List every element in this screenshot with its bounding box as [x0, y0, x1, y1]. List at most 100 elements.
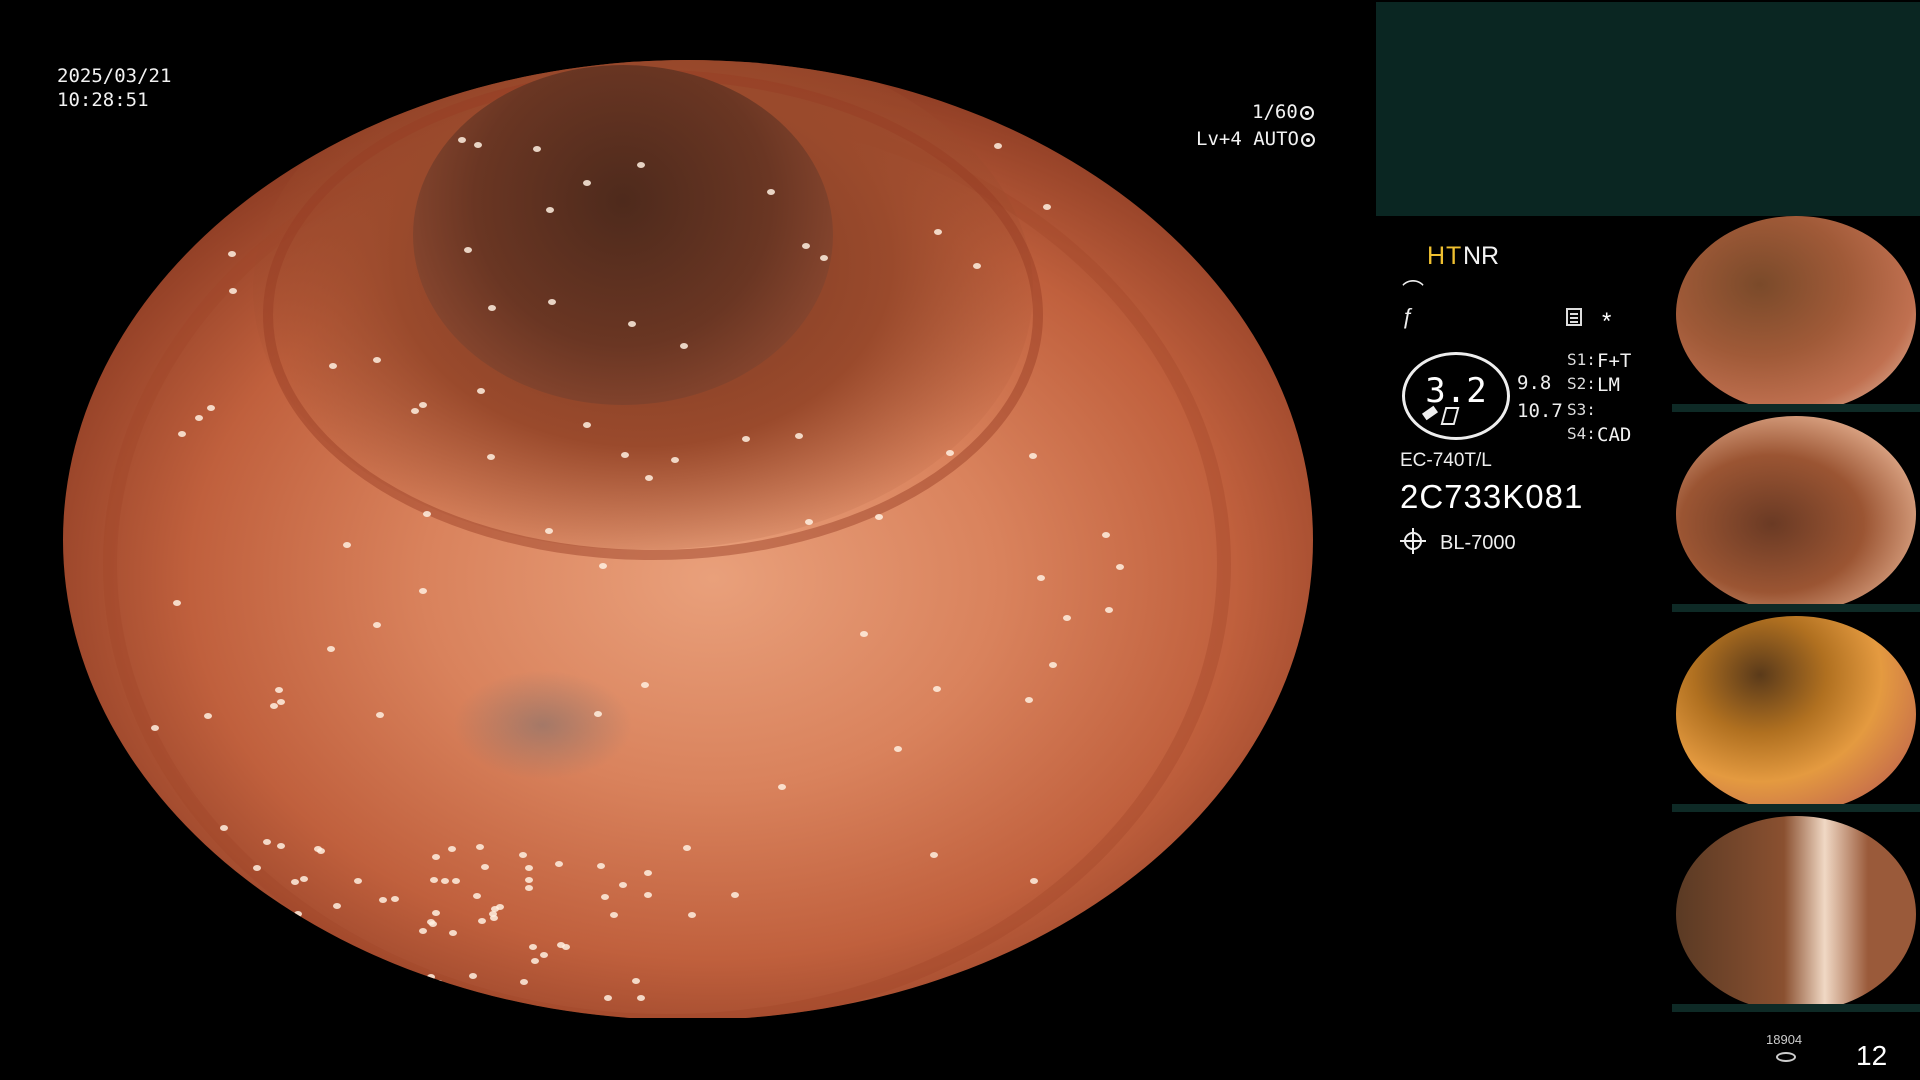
specular-highlight: [300, 875, 309, 882]
specular-highlight: [475, 843, 484, 850]
specular-highlight: [627, 320, 636, 327]
specular-highlight: [528, 943, 537, 950]
specular-highlight: [172, 600, 181, 607]
specular-highlight: [731, 891, 740, 898]
endoscope-main-view: [63, 60, 1313, 1020]
specular-highlight: [632, 977, 641, 984]
specular-highlight: [582, 421, 591, 428]
specular-highlight: [203, 713, 212, 720]
menu-icon: [1566, 308, 1582, 326]
specular-highlight: [225, 174, 234, 181]
specular-highlight: [688, 911, 697, 918]
specular-highlight: [973, 262, 982, 269]
thumbnail-caption-bar: [1672, 1004, 1920, 1012]
thumbnail-image: [1676, 416, 1916, 612]
specular-highlight: [353, 877, 362, 884]
colon-lumen: [413, 65, 833, 405]
shutter-icon: [1299, 106, 1314, 120]
specular-highlight: [1037, 574, 1046, 581]
storage-count: 18904: [1766, 1032, 1803, 1047]
auto-iris-icon: [1300, 133, 1315, 147]
specular-highlight: [601, 893, 610, 900]
specular-highlight: [276, 988, 285, 995]
specular-highlight: [819, 254, 828, 261]
mucosal-patch: [453, 670, 633, 780]
thumbnail-image: [1676, 616, 1916, 812]
ht-indicator: HT: [1427, 242, 1463, 270]
specular-highlight: [194, 415, 203, 422]
specular-highlight: [253, 864, 262, 871]
specular-highlight: [778, 783, 787, 790]
switch-1-value: F+T: [1597, 350, 1632, 372]
switch-2-label: S2:: [1567, 374, 1596, 393]
thumbnail-1[interactable]: [1672, 216, 1920, 412]
specular-highlight: [307, 963, 316, 970]
specular-highlight: [440, 877, 449, 884]
specular-highlight: [875, 513, 884, 520]
specular-highlight: [375, 711, 384, 718]
magnification-bottom: 10.7: [1517, 400, 1563, 422]
thumbnail-caption-bar: [1672, 804, 1920, 812]
thumbnail-4[interactable]: [1672, 816, 1920, 1012]
specular-highlight: [326, 646, 335, 653]
thumbnail-image: [1676, 216, 1916, 412]
specular-highlight: [640, 682, 649, 689]
specular-highlight: [390, 896, 399, 902]
specular-highlight: [994, 143, 1003, 150]
specular-highlight: [545, 527, 554, 534]
specular-highlight: [293, 911, 302, 918]
image-bottom-border: [0, 1018, 1380, 1080]
date-text: 2025/03/21: [57, 65, 172, 87]
thumbnail-caption-bar: [1672, 604, 1920, 612]
specular-highlight: [422, 510, 431, 517]
specular-highlight: [356, 962, 365, 969]
thumbnail-image: [1676, 816, 1916, 1012]
magnification-top: 9.8: [1517, 372, 1552, 394]
specular-highlight: [343, 981, 352, 988]
scope-model: EC-740T/L: [1400, 450, 1492, 471]
star-indicator: *: [1602, 308, 1612, 335]
specular-highlight: [468, 972, 477, 979]
specular-highlight: [539, 951, 548, 958]
image-top-border: [0, 0, 1380, 60]
specular-highlight: [533, 145, 542, 152]
specular-highlight: [531, 957, 540, 964]
specular-highlight: [1115, 563, 1124, 570]
specular-highlight: [487, 453, 496, 460]
specular-highlight: [355, 993, 364, 1000]
storage-icon: [1776, 1052, 1796, 1062]
info-header-box: [1376, 2, 1920, 216]
shutter-readout: 1/60: [1252, 100, 1314, 124]
specular-highlight: [547, 298, 556, 305]
time-text: 10:28:51: [57, 89, 149, 111]
specular-highlight: [274, 687, 283, 694]
specular-highlight: [682, 844, 691, 851]
specular-highlight: [621, 451, 630, 458]
scope-serial: 2C733K081: [1400, 478, 1584, 515]
specular-highlight: [1028, 452, 1037, 459]
specular-highlight: [434, 979, 443, 986]
light-source-model: BL-7000: [1440, 532, 1516, 554]
structure-icon: ƒ: [1402, 304, 1415, 329]
specular-highlight: [280, 998, 289, 1005]
switch-2-value: LM: [1597, 374, 1620, 396]
enhancement-icon: ⌒: [1402, 279, 1425, 304]
specular-highlight: [599, 562, 608, 569]
specular-highlight: [603, 994, 612, 1001]
switch-3-label: S3:: [1567, 400, 1596, 419]
specular-highlight: [410, 407, 419, 414]
capture-count: 12: [1856, 1040, 1888, 1071]
specular-highlight: [263, 905, 271, 912]
shutter-text: 1/60: [1252, 101, 1298, 123]
thumbnail-2[interactable]: [1672, 416, 1920, 612]
thumbnail-3[interactable]: [1672, 616, 1920, 812]
specular-highlight: [275, 980, 284, 987]
specular-highlight: [637, 161, 646, 168]
switch-4-value: CAD: [1597, 424, 1632, 446]
specular-highlight: [525, 876, 534, 883]
specular-highlight: [295, 966, 304, 973]
datetime-readout: 2025/03/21 10:28:51: [57, 64, 171, 112]
level-text: Lv+4 AUTO: [1196, 128, 1299, 150]
specular-highlight: [314, 997, 323, 1004]
nr-indicator: NR: [1463, 242, 1500, 270]
